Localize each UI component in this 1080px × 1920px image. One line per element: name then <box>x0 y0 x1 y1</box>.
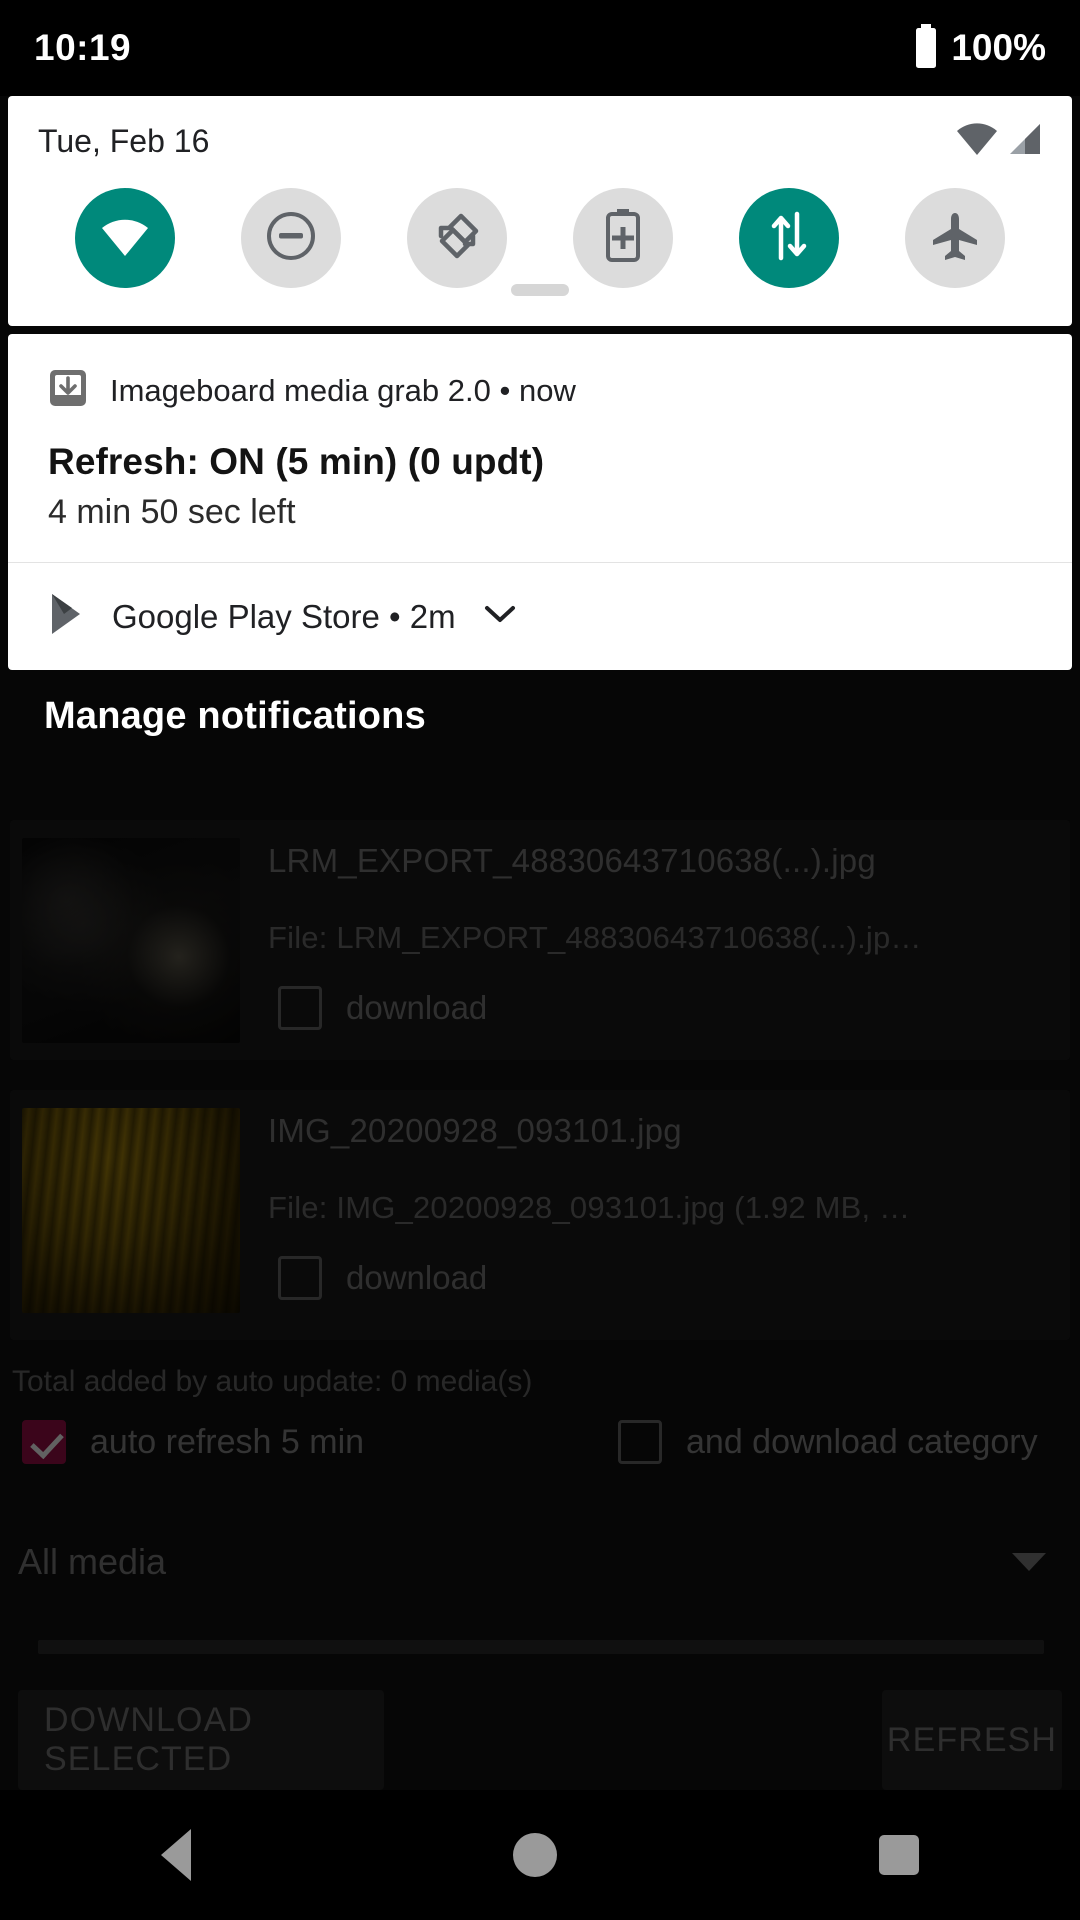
notification-app-name-line: Google Play Store • 2m <box>112 598 456 636</box>
status-bar-clock: 10:19 <box>34 27 132 68</box>
quick-settings-header: Tue, Feb 16 <box>8 96 1072 186</box>
google-play-icon <box>48 592 90 641</box>
status-bar-right: 100% <box>913 23 1046 73</box>
chevron-down-icon[interactable] <box>484 604 516 629</box>
download-icon <box>48 368 88 413</box>
do-not-disturb-icon <box>265 210 317 267</box>
auto-rotate-icon <box>431 210 483 267</box>
notification-imageboard-media-grab[interactable]: Imageboard media grab 2.0 • now Refresh:… <box>8 334 1072 562</box>
battery-saver-icon <box>603 208 643 268</box>
notification-google-play-store[interactable]: Google Play Store • 2m <box>8 563 1072 670</box>
airplane-icon <box>929 210 981 267</box>
notification-app-name-line: Imageboard media grab 2.0 • now <box>110 373 576 409</box>
tile-auto-rotate[interactable] <box>407 188 507 288</box>
cellular-signal-icon <box>1008 122 1042 161</box>
notification-subtitle: 4 min 50 sec left <box>48 493 296 531</box>
notification-title: Refresh: ON (5 min) (0 updt) <box>48 441 545 482</box>
back-icon[interactable] <box>161 1829 191 1881</box>
tile-mobile-data[interactable] <box>739 188 839 288</box>
android-screen: LRM_EXPORT_48830643710638(...).jpg File:… <box>0 0 1080 1920</box>
wifi-icon <box>97 214 153 263</box>
notification-separator: • <box>499 372 511 408</box>
quick-settings-date: Tue, Feb 16 <box>38 122 210 159</box>
recents-icon[interactable] <box>879 1835 919 1875</box>
status-bar: 10:19 100% <box>0 0 1080 96</box>
home-icon[interactable] <box>513 1833 557 1877</box>
tile-airplane-mode[interactable] <box>905 188 1005 288</box>
notification-time: 2m <box>409 597 456 635</box>
navigation-bar <box>0 1790 1080 1920</box>
mobile-data-icon <box>766 210 812 267</box>
quick-settings-panel: Tue, Feb 16 <box>8 96 1072 326</box>
notification-app-name: Google Play Store <box>112 597 380 635</box>
notification-header: Imageboard media grab 2.0 • now <box>48 368 1032 413</box>
manage-notifications-button[interactable]: Manage notifications <box>44 695 426 738</box>
wifi-signal-icon <box>956 122 998 161</box>
quick-settings-tiles <box>8 188 1072 288</box>
tile-wifi[interactable] <box>75 188 175 288</box>
notification-separator: • <box>389 597 401 635</box>
notification-time: now <box>518 372 576 408</box>
tile-battery-saver[interactable] <box>573 188 673 288</box>
tile-do-not-disturb[interactable] <box>241 188 341 288</box>
notification-shade: Imageboard media grab 2.0 • now Refresh:… <box>8 334 1072 670</box>
quick-settings-drag-handle[interactable] <box>511 284 569 296</box>
notification-app-name: Imageboard media grab 2.0 <box>110 372 491 408</box>
quick-settings-signal-icons <box>956 122 1042 161</box>
battery-full-icon <box>913 23 939 73</box>
battery-percent-label: 100% <box>951 27 1046 68</box>
